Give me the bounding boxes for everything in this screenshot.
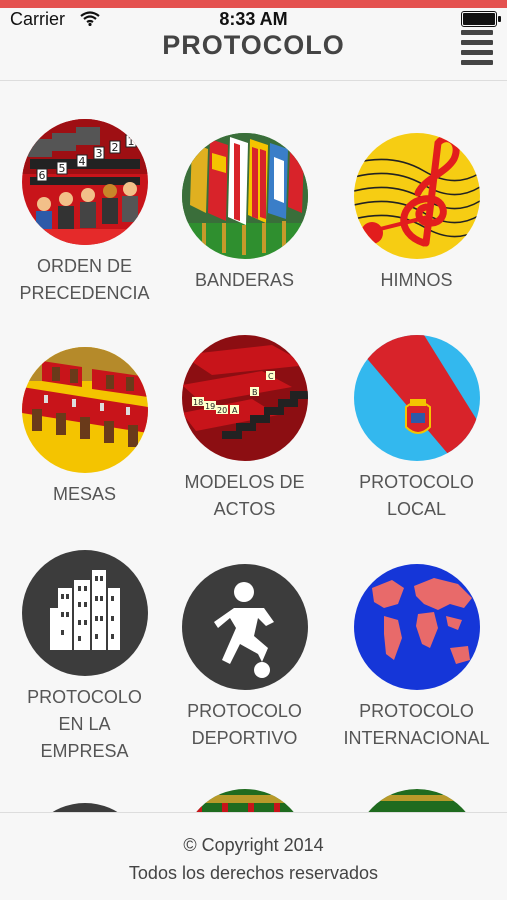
tile-label: BANDERAS <box>194 270 295 290</box>
tile-label: PROTOCOLO EN LA EMPRESA <box>27 687 142 761</box>
tile-label: MODELOS DE ACTOS <box>184 472 305 519</box>
precedence-number: 3 <box>95 147 102 160</box>
sports-icon <box>181 564 308 690</box>
precedence-number: 2 <box>111 141 118 154</box>
tile-icon-partial <box>181 789 308 813</box>
rights-text: Todos los derechos reservados <box>128 863 379 883</box>
tile-protocolo-deportivo[interactable]: PROTOCOLO DEPORTIVO <box>160 564 329 752</box>
stair-label: C <box>268 372 274 381</box>
tile-label: PROTOCOLO DEPORTIVO <box>187 701 302 748</box>
precedence-number: 4 <box>78 155 85 168</box>
tile-mesas[interactable]: MESAS <box>0 347 169 508</box>
copyright-text: © Copyright 2014 <box>183 835 324 855</box>
stair-label: 19 <box>205 402 215 411</box>
flags-icon <box>181 133 308 259</box>
status-time: 8:33 AM <box>219 9 288 29</box>
stair-label: A <box>232 406 238 415</box>
stair-label: B <box>252 388 258 397</box>
tile-himnos[interactable]: HIMNOS <box>332 133 501 294</box>
tile-modelos-de-actos[interactable]: C B A 18 19 20 MODELOS DE ACTOS <box>160 335 329 523</box>
tile-banderas[interactable]: BANDERAS <box>160 133 329 294</box>
tile-protocolo-internacional[interactable]: PROTOCOLO INTERNACIONAL <box>332 564 501 752</box>
tables-icon <box>21 347 148 473</box>
tile-partial[interactable] <box>332 789 501 813</box>
precedence-number: 1 <box>127 135 134 148</box>
tile-label: ORDEN DE PRECEDENCIA <box>19 256 150 303</box>
tile-label: MESAS <box>52 484 117 504</box>
tile-protocolo-en-la-empresa[interactable]: PROTOCOLO EN LA EMPRESA <box>0 550 169 765</box>
precedence-number: 6 <box>38 169 45 182</box>
top-bar: Carrier 8:33 AM PROTOCOLO <box>0 0 507 81</box>
tile-partial[interactable] <box>160 789 329 813</box>
anthem-icon <box>353 133 480 259</box>
event-models-icon: C B A 18 19 20 <box>181 335 308 461</box>
section-grid: 6 5 4 3 2 1 ORDEN DE PRECEDENCIA BANDERA… <box>0 81 507 813</box>
local-protocol-icon <box>353 335 480 461</box>
status-bar: Carrier 8:33 AM <box>0 8 507 30</box>
page-title: PROTOCOLO <box>162 30 345 60</box>
stair-label: 18 <box>193 398 203 407</box>
battery-icon <box>461 11 501 27</box>
precedence-icon: 6 5 4 3 2 1 <box>21 119 148 245</box>
tile-label: PROTOCOLO LOCAL <box>359 472 474 519</box>
footer: © Copyright 2014 Todos los derechos rese… <box>0 812 507 900</box>
tile-icon-partial <box>353 789 480 813</box>
globe-icon <box>353 564 480 690</box>
stair-label: 20 <box>217 406 227 415</box>
menu-button[interactable] <box>461 30 493 66</box>
building-icon <box>21 550 148 676</box>
tile-orden-de-precedencia[interactable]: 6 5 4 3 2 1 ORDEN DE PRECEDENCIA <box>0 119 169 307</box>
top-accent-line <box>0 0 507 8</box>
tile-label: HIMNOS <box>380 270 453 290</box>
tile-protocolo-local[interactable]: PROTOCOLO LOCAL <box>332 335 501 523</box>
precedence-number: 5 <box>58 162 65 175</box>
tile-label: PROTOCOLO INTERNACIONAL <box>343 701 490 748</box>
